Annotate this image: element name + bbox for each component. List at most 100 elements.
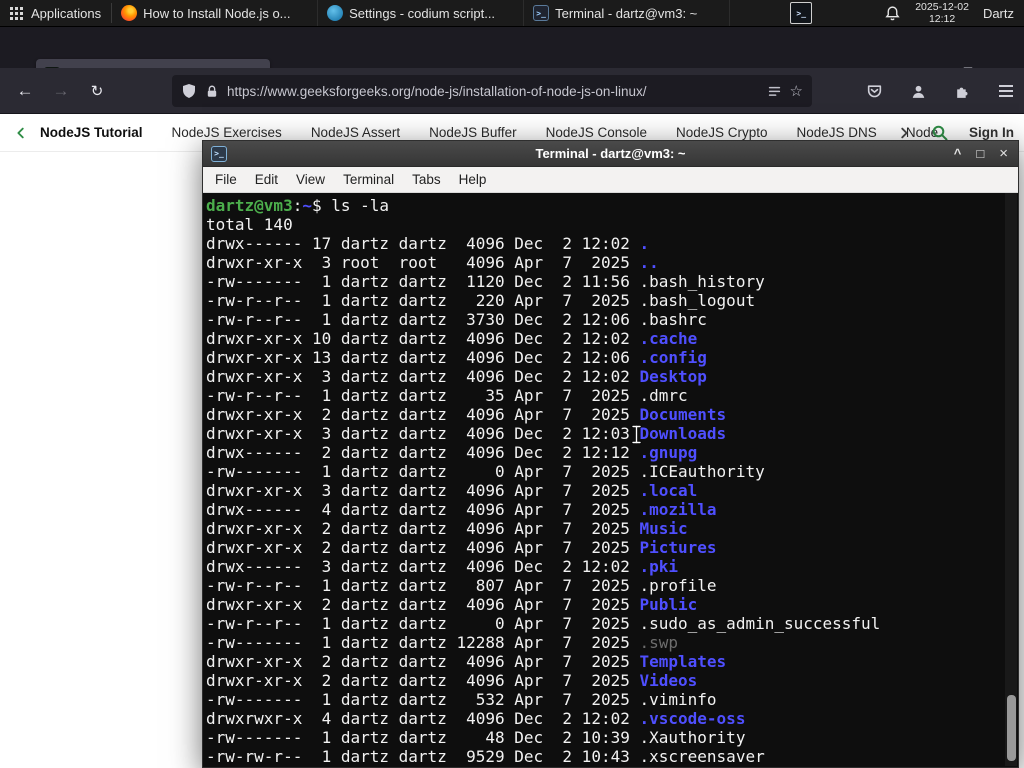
- prompt-separator: :: [292, 196, 303, 215]
- listing-name: .viminfo: [639, 690, 717, 709]
- listing-meta: -rw------- 1 dartz dartz 1120 Dec 2 11:5…: [206, 272, 640, 291]
- taskbar-window-button[interactable]: Settings - codium script...: [318, 0, 525, 26]
- terminal-total-line: total 140: [206, 215, 293, 234]
- listing-meta: -rw------- 1 dartz dartz 0 Apr 7 2025: [206, 462, 640, 481]
- pocket-icon[interactable]: [864, 81, 884, 101]
- listing-name: .Xauthority: [639, 728, 746, 747]
- tracking-shield-icon[interactable]: [181, 83, 197, 99]
- terminal-output-line: -rw------- 1 dartz dartz 532 Apr 7 2025 …: [206, 690, 1018, 709]
- terminal-window-title: Terminal - dartz@vm3: ~: [535, 146, 686, 161]
- reload-button[interactable]: ↻: [82, 76, 112, 106]
- terminal-titlebar[interactable]: >_ Terminal - dartz@vm3: ~ ^ □ ×: [203, 141, 1018, 167]
- nav-scroll-right-icon[interactable]: [897, 126, 911, 140]
- codium-icon: [327, 5, 344, 21]
- listing-meta: -rw------- 1 dartz dartz 532 Apr 7 2025: [206, 690, 640, 709]
- nav-scroll-left-icon[interactable]: [14, 126, 28, 140]
- terminal-listing: drwx------ 17 dartz dartz 4096 Dec 2 12:…: [206, 234, 1018, 766]
- listing-name: .config: [639, 348, 707, 367]
- terminal-output-line: -rw-r--r-- 1 dartz dartz 220 Apr 7 2025 …: [206, 291, 1018, 310]
- terminal-menu-view[interactable]: View: [287, 172, 334, 187]
- search-icon[interactable]: [931, 124, 949, 142]
- prompt-symbol: $: [311, 196, 332, 215]
- terminal-window-controls: ^ □ ×: [954, 146, 1008, 161]
- url-bar[interactable]: https://www.geeksforgeeks.org/node-js/in…: [172, 75, 812, 107]
- listing-meta: drwxr-xr-x 13 dartz dartz 4096 Dec 2 12:…: [206, 348, 640, 367]
- listing-meta: drwxr-xr-x 2 dartz dartz 4096 Apr 7 2025: [206, 405, 640, 424]
- terminal-scrollbar-thumb[interactable]: [1007, 695, 1016, 761]
- terminal-output-line: drwxr-xr-x 2 dartz dartz 4096 Apr 7 2025…: [206, 538, 1018, 557]
- terminal-output-line: drwxr-xr-x 10 dartz dartz 4096 Dec 2 12:…: [206, 329, 1018, 348]
- reader-mode-icon[interactable]: [767, 84, 782, 99]
- sign-in-button[interactable]: Sign In: [969, 125, 1014, 140]
- forward-button[interactable]: →: [46, 76, 76, 106]
- terminal-output[interactable]: dartz@vm3:~$ ls -la total 140 drwx------…: [203, 193, 1018, 767]
- terminal-output-line: -rw-rw-r-- 1 dartz dartz 9529 Dec 2 10:4…: [206, 747, 1018, 766]
- listing-name: Music: [639, 519, 688, 538]
- back-button[interactable]: ←: [10, 76, 40, 106]
- terminal-output-line: drwxr-xr-x 3 dartz dartz 4096 Dec 2 12:0…: [206, 424, 1018, 443]
- listing-name: .profile: [639, 576, 717, 595]
- terminal-output-line: drwxr-xr-x 3 root root 4096 Apr 7 2025 .…: [206, 253, 1018, 272]
- terminal-menu-tabs[interactable]: Tabs: [403, 172, 450, 187]
- listing-meta: drwxr-xr-x 2 dartz dartz 4096 Apr 7 2025: [206, 671, 640, 690]
- listing-meta: drwx------ 3 dartz dartz 4096 Dec 2 12:0…: [206, 557, 640, 576]
- bookmark-star-icon[interactable]: ☆: [790, 82, 803, 100]
- listing-meta: -rw-r--r-- 1 dartz dartz 807 Apr 7 2025: [206, 576, 640, 595]
- terminal-close-button[interactable]: ×: [999, 146, 1008, 161]
- listing-meta: drwxr-xr-x 2 dartz dartz 4096 Apr 7 2025: [206, 538, 640, 557]
- notification-bell-icon[interactable]: [884, 5, 901, 22]
- listing-name: .bash_history: [639, 272, 765, 291]
- terminal-output-line: drwxr-xr-x 2 dartz dartz 4096 Apr 7 2025…: [206, 671, 1018, 690]
- terminal-menu-help[interactable]: Help: [450, 172, 496, 187]
- site-nav-link[interactable]: NodeJS Tutorial: [40, 125, 143, 140]
- terminal-menubar: File Edit View Terminal Tabs Help: [203, 167, 1018, 193]
- terminal-menu-edit[interactable]: Edit: [246, 172, 287, 187]
- terminal-output-line: -rw-r--r-- 1 dartz dartz 0 Apr 7 2025 .s…: [206, 614, 1018, 633]
- extensions-puzzle-icon[interactable]: [952, 81, 972, 101]
- taskbar-window-list: How to Install Node.js o... Settings - co…: [112, 0, 731, 26]
- listing-meta: drwxr-xr-x 2 dartz dartz 4096 Apr 7 2025: [206, 595, 640, 614]
- site-nav-link[interactable]: NodeJS Assert: [311, 125, 400, 140]
- listing-name: .swp: [639, 633, 679, 652]
- terminal-scrollbar[interactable]: [1005, 193, 1017, 766]
- system-tray: >_ 2025-12-02 12:12 Dartz: [790, 1, 1024, 25]
- terminal-output-line: drwx------ 17 dartz dartz 4096 Dec 2 12:…: [206, 234, 1018, 253]
- listing-name: .pki: [639, 557, 679, 576]
- taskbar-window-button[interactable]: >_ Terminal - dartz@vm3: ~: [524, 0, 731, 26]
- site-nav-link[interactable]: NodeJS Buffer: [429, 125, 517, 140]
- toolbar-extension-area: [864, 75, 1016, 107]
- terminal-tray-icon[interactable]: >_: [790, 2, 813, 24]
- terminal-output-line: drwxr-xr-x 2 dartz dartz 4096 Apr 7 2025…: [206, 595, 1018, 614]
- terminal-maximize-button[interactable]: □: [976, 147, 984, 160]
- site-nav-link[interactable]: NodeJS DNS: [797, 125, 877, 140]
- lock-icon[interactable]: [205, 84, 219, 99]
- site-nav-link[interactable]: NodeJS Exercises: [172, 125, 282, 140]
- listing-name: .vscode-oss: [639, 709, 746, 728]
- url-text[interactable]: https://www.geeksforgeeks.org/node-js/in…: [227, 84, 759, 99]
- terminal-menu-file[interactable]: File: [206, 172, 246, 187]
- terminal-output-line: -rw------- 1 dartz dartz 1120 Dec 2 11:5…: [206, 272, 1018, 291]
- terminal-minimize-button[interactable]: ^: [954, 147, 962, 160]
- terminal-menu-terminal[interactable]: Terminal: [334, 172, 403, 187]
- listing-meta: drwxr-xr-x 3 dartz dartz 4096 Apr 7 2025: [206, 481, 640, 500]
- terminal-output-line: drwx------ 3 dartz dartz 4096 Dec 2 12:0…: [206, 557, 1018, 576]
- applications-menu[interactable]: Applications: [0, 0, 111, 26]
- site-nav-link[interactable]: NodeJS Crypto: [676, 125, 768, 140]
- listing-name: Pictures: [639, 538, 717, 557]
- terminal-output-line: drwxr-xr-x 2 dartz dartz 4096 Apr 7 2025…: [206, 652, 1018, 671]
- listing-name: .ICEauthority: [639, 462, 765, 481]
- terminal-output-line: -rw------- 1 dartz dartz 12288 Apr 7 202…: [206, 633, 1018, 652]
- taskbar-window-button[interactable]: How to Install Node.js o...: [112, 0, 319, 26]
- terminal-output-line: drwx------ 4 dartz dartz 4096 Apr 7 2025…: [206, 500, 1018, 519]
- taskbar: Applications How to Install Node.js o...…: [0, 0, 1024, 27]
- account-icon[interactable]: [908, 81, 928, 101]
- prompt-user-host: dartz@vm3: [206, 196, 293, 215]
- menu-hamburger-icon[interactable]: [996, 81, 1016, 101]
- terminal-output-line: drwx------ 2 dartz dartz 4096 Dec 2 12:1…: [206, 443, 1018, 462]
- applications-grid-icon: [10, 6, 23, 20]
- clock[interactable]: 2025-12-02 12:12: [915, 1, 969, 25]
- clock-time: 12:12: [928, 13, 956, 25]
- listing-meta: drwx------ 2 dartz dartz 4096 Dec 2 12:1…: [206, 443, 640, 462]
- site-nav-link[interactable]: NodeJS Console: [546, 125, 647, 140]
- listing-meta: -rw------- 1 dartz dartz 48 Dec 2 10:39: [206, 728, 640, 747]
